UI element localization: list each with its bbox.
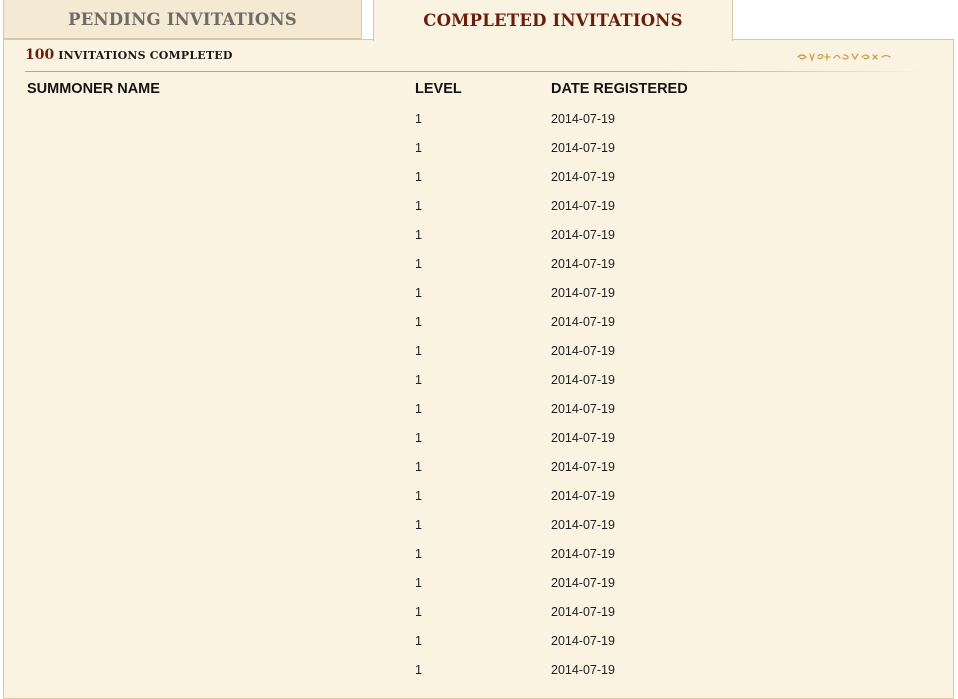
column-header-summoner-name[interactable]: SUMMONER NAME: [27, 81, 160, 97]
level-cell: 1: [415, 141, 422, 155]
tab-pending-invitations[interactable]: PENDING INVITATIONS: [3, 0, 362, 39]
level-cell: 1: [415, 576, 422, 590]
table-row: 1 2014-07-19: [4, 516, 953, 545]
date-registered-cell: 2014-07-19: [551, 373, 615, 387]
date-registered-cell: 2014-07-19: [551, 286, 615, 300]
tab-completed-invitations[interactable]: COMPLETED INVITATIONS: [373, 0, 733, 41]
table-row: 1 2014-07-19: [4, 458, 953, 487]
date-registered-cell: 2014-07-19: [551, 460, 615, 474]
date-registered-cell: 2014-07-19: [551, 315, 615, 329]
invitation-tabs: PENDING INVITATIONS COMPLETED INVITATION…: [0, 0, 958, 41]
level-cell: 1: [415, 489, 422, 503]
level-cell: 1: [415, 257, 422, 271]
table-row: 1 2014-07-19: [4, 603, 953, 632]
column-header-date-registered[interactable]: DATE REGISTERED: [551, 81, 688, 97]
date-registered-cell: 2014-07-19: [551, 605, 615, 619]
level-cell: 1: [415, 518, 422, 532]
level-cell: 1: [415, 199, 422, 213]
date-registered-cell: 2014-07-19: [551, 431, 615, 445]
date-registered-cell: 2014-07-19: [551, 199, 615, 213]
level-cell: 1: [415, 170, 422, 184]
date-registered-cell: 2014-07-19: [551, 228, 615, 242]
level-cell: 1: [415, 373, 422, 387]
date-registered-cell: 2014-07-19: [551, 634, 615, 648]
date-registered-cell: 2014-07-19: [551, 518, 615, 532]
date-registered-cell: 2014-07-19: [551, 547, 615, 561]
date-registered-cell: 2014-07-19: [551, 170, 615, 184]
table-row: 1 2014-07-19: [4, 313, 953, 342]
date-registered-cell: 2014-07-19: [551, 663, 615, 677]
date-registered-cell: 2014-07-19: [551, 257, 615, 271]
level-cell: 1: [415, 605, 422, 619]
table-row: 1 2014-07-19: [4, 168, 953, 197]
table-row: 1 2014-07-19: [4, 110, 953, 139]
date-registered-cell: 2014-07-19: [551, 402, 615, 416]
level-cell: 1: [415, 315, 422, 329]
level-cell: 1: [415, 402, 422, 416]
table-row: 1 2014-07-19: [4, 139, 953, 168]
level-cell: 1: [415, 112, 422, 126]
date-registered-cell: 2014-07-19: [551, 344, 615, 358]
tab-completed-label: COMPLETED INVITATIONS: [423, 11, 683, 30]
date-registered-cell: 2014-07-19: [551, 112, 615, 126]
date-registered-cell: 2014-07-19: [551, 489, 615, 503]
level-cell: 1: [415, 228, 422, 242]
table-row: 1 2014-07-19: [4, 284, 953, 313]
summary-divider: [25, 71, 925, 72]
table-row: 1 2014-07-19: [4, 197, 953, 226]
table-row: 1 2014-07-19: [4, 255, 953, 284]
completed-invitations-panel: 100 INVITATIONS COMPLETED SUMMONER NAME …: [3, 39, 954, 699]
completed-count: 100: [25, 47, 55, 63]
table-row: 1 2014-07-19: [4, 429, 953, 458]
tab-pending-label: PENDING INVITATIONS: [68, 9, 297, 29]
ornamental-flourish-icon: [797, 53, 891, 63]
level-cell: 1: [415, 460, 422, 474]
level-cell: 1: [415, 634, 422, 648]
level-cell: 1: [415, 431, 422, 445]
completed-summary: 100 INVITATIONS COMPLETED: [25, 47, 233, 63]
completed-count-label: INVITATIONS COMPLETED: [58, 49, 233, 62]
table-row: 1 2014-07-19: [4, 487, 953, 516]
date-registered-cell: 2014-07-19: [551, 576, 615, 590]
table-row: 1 2014-07-19: [4, 371, 953, 400]
column-header-level[interactable]: LEVEL: [415, 81, 462, 97]
level-cell: 1: [415, 344, 422, 358]
table-row: 1 2014-07-19: [4, 632, 953, 661]
invitation-table-body: 1 2014-07-19 1 2014-07-19 1 2014-07-19 1 201…: [4, 110, 953, 690]
table-row: 1 2014-07-19: [4, 226, 953, 255]
level-cell: 1: [415, 547, 422, 561]
table-row: 1 2014-07-19: [4, 661, 953, 690]
table-row: 1 2014-07-19: [4, 342, 953, 371]
table-row: 1 2014-07-19: [4, 400, 953, 429]
table-row: 1 2014-07-19: [4, 574, 953, 603]
level-cell: 1: [415, 286, 422, 300]
date-registered-cell: 2014-07-19: [551, 141, 615, 155]
level-cell: 1: [415, 663, 422, 677]
table-row: 1 2014-07-19: [4, 545, 953, 574]
